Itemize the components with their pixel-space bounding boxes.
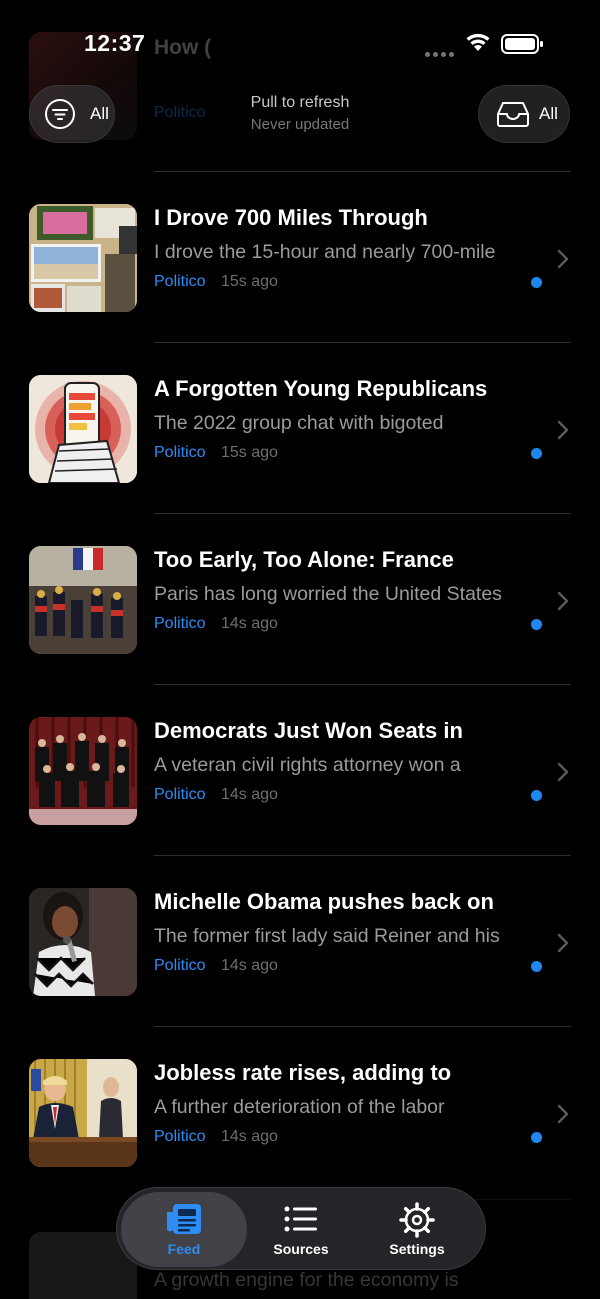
tab-sources[interactable]: Sources bbox=[239, 1188, 363, 1271]
article-age: 14s ago bbox=[221, 786, 278, 803]
feed-row[interactable]: Michelle Obama pushes back on The former… bbox=[0, 855, 600, 1026]
article-summary: A veteran civil rights attorney won a bbox=[154, 754, 461, 776]
filter-label: All bbox=[90, 104, 109, 123]
article-thumbnail bbox=[29, 1059, 137, 1167]
status-time: 12:37 bbox=[84, 30, 146, 56]
article-title: Too Early, Too Alone: France bbox=[154, 547, 454, 572]
row-divider bbox=[154, 513, 571, 514]
article-age: 15s ago bbox=[221, 273, 278, 290]
row-divider bbox=[154, 684, 571, 685]
article-source: Politico bbox=[154, 273, 206, 290]
inbox-filter-button[interactable]: All bbox=[478, 85, 570, 143]
article-title: Michelle Obama pushes back on bbox=[154, 889, 494, 914]
article-title: I Drove 700 Miles Through bbox=[154, 205, 428, 230]
newspaper-icon bbox=[167, 1204, 201, 1234]
article-thumbnail bbox=[29, 888, 137, 996]
article-title: Democrats Just Won Seats in bbox=[154, 718, 463, 743]
feed-row[interactable]: Jobless rate rises, adding to A further … bbox=[0, 1026, 600, 1197]
chevron-right-icon bbox=[557, 591, 569, 611]
article-summary: The former first lady said Reiner and hi… bbox=[154, 925, 500, 947]
feed-row[interactable]: Democrats Just Won Seats in A veteran ci… bbox=[0, 684, 600, 855]
article-summary: A further deterioration of the labor bbox=[154, 1096, 445, 1118]
article-title: A Forgotten Young Republicans bbox=[154, 376, 488, 401]
refresh-subtitle: Never updated bbox=[250, 116, 350, 133]
tab-feed[interactable]: Feed bbox=[121, 1192, 247, 1267]
row-divider bbox=[154, 855, 571, 856]
feed-row[interactable]: I Drove 700 Miles Through I drove the 15… bbox=[0, 171, 600, 342]
feed-list: I Drove 700 Miles Through I drove the 15… bbox=[0, 171, 600, 1197]
article-thumbnail bbox=[29, 717, 137, 825]
list-icon bbox=[284, 1206, 317, 1232]
article-source: Politico bbox=[154, 444, 206, 461]
chevron-right-icon bbox=[557, 762, 569, 782]
article-source: Politico bbox=[154, 957, 206, 974]
unread-indicator bbox=[531, 1132, 542, 1143]
filter-icon bbox=[45, 99, 75, 129]
article-summary: The 2022 group chat with bigoted bbox=[154, 412, 444, 434]
tab-settings[interactable]: Settings bbox=[355, 1188, 479, 1271]
inbox-filter-label: All bbox=[539, 104, 558, 123]
unread-indicator bbox=[531, 277, 542, 288]
chevron-right-icon bbox=[557, 249, 569, 269]
article-source: Politico bbox=[154, 786, 206, 803]
feed-row[interactable]: Too Early, Too Alone: France Paris has l… bbox=[0, 513, 600, 684]
status-bar: 12:37 bbox=[0, 0, 600, 88]
tab-bar: Feed Sources Settings bbox=[116, 1187, 486, 1270]
chevron-right-icon bbox=[557, 1104, 569, 1124]
article-summary: Paris has long worried the United States bbox=[154, 583, 502, 605]
tab-sources-label: Sources bbox=[273, 1241, 329, 1257]
article-age: 15s ago bbox=[221, 444, 278, 461]
chevron-right-icon bbox=[557, 933, 569, 953]
inbox-tray-icon bbox=[497, 102, 529, 127]
unread-indicator bbox=[531, 790, 542, 801]
article-summary: I drove the 15-hour and nearly 700-mile bbox=[154, 241, 496, 263]
article-summary: A growth engine for the economy is bbox=[154, 1269, 459, 1291]
refresh-status: Pull to refresh Never updated bbox=[200, 94, 400, 133]
chevron-right-icon bbox=[557, 420, 569, 440]
article-source: Politico bbox=[154, 1128, 206, 1145]
article-thumbnail bbox=[29, 204, 137, 312]
wifi-icon bbox=[466, 33, 490, 51]
unread-indicator bbox=[531, 961, 542, 972]
row-divider bbox=[154, 171, 571, 172]
article-title: Jobless rate rises, adding to bbox=[154, 1060, 452, 1085]
unread-indicator bbox=[531, 448, 542, 459]
gear-icon bbox=[399, 1202, 435, 1238]
battery-icon bbox=[501, 34, 543, 54]
article-age: 14s ago bbox=[221, 615, 278, 632]
feed-row[interactable]: A Forgotten Young Republicans The 2022 g… bbox=[0, 342, 600, 513]
signal-dots-icon bbox=[425, 44, 457, 62]
unread-indicator bbox=[531, 619, 542, 630]
filter-button[interactable]: All bbox=[29, 85, 115, 143]
tab-settings-label: Settings bbox=[389, 1241, 445, 1257]
row-divider bbox=[154, 1026, 571, 1027]
article-age: 14s ago bbox=[221, 1128, 278, 1145]
article-thumbnail bbox=[29, 375, 137, 483]
article-age: 14s ago bbox=[221, 957, 278, 974]
article-thumbnail bbox=[29, 546, 137, 654]
refresh-title: Pull to refresh bbox=[250, 94, 350, 111]
row-divider bbox=[154, 342, 571, 343]
article-source: Politico bbox=[154, 104, 206, 121]
tab-feed-label: Feed bbox=[167, 1241, 201, 1257]
article-source: Politico bbox=[154, 615, 206, 632]
